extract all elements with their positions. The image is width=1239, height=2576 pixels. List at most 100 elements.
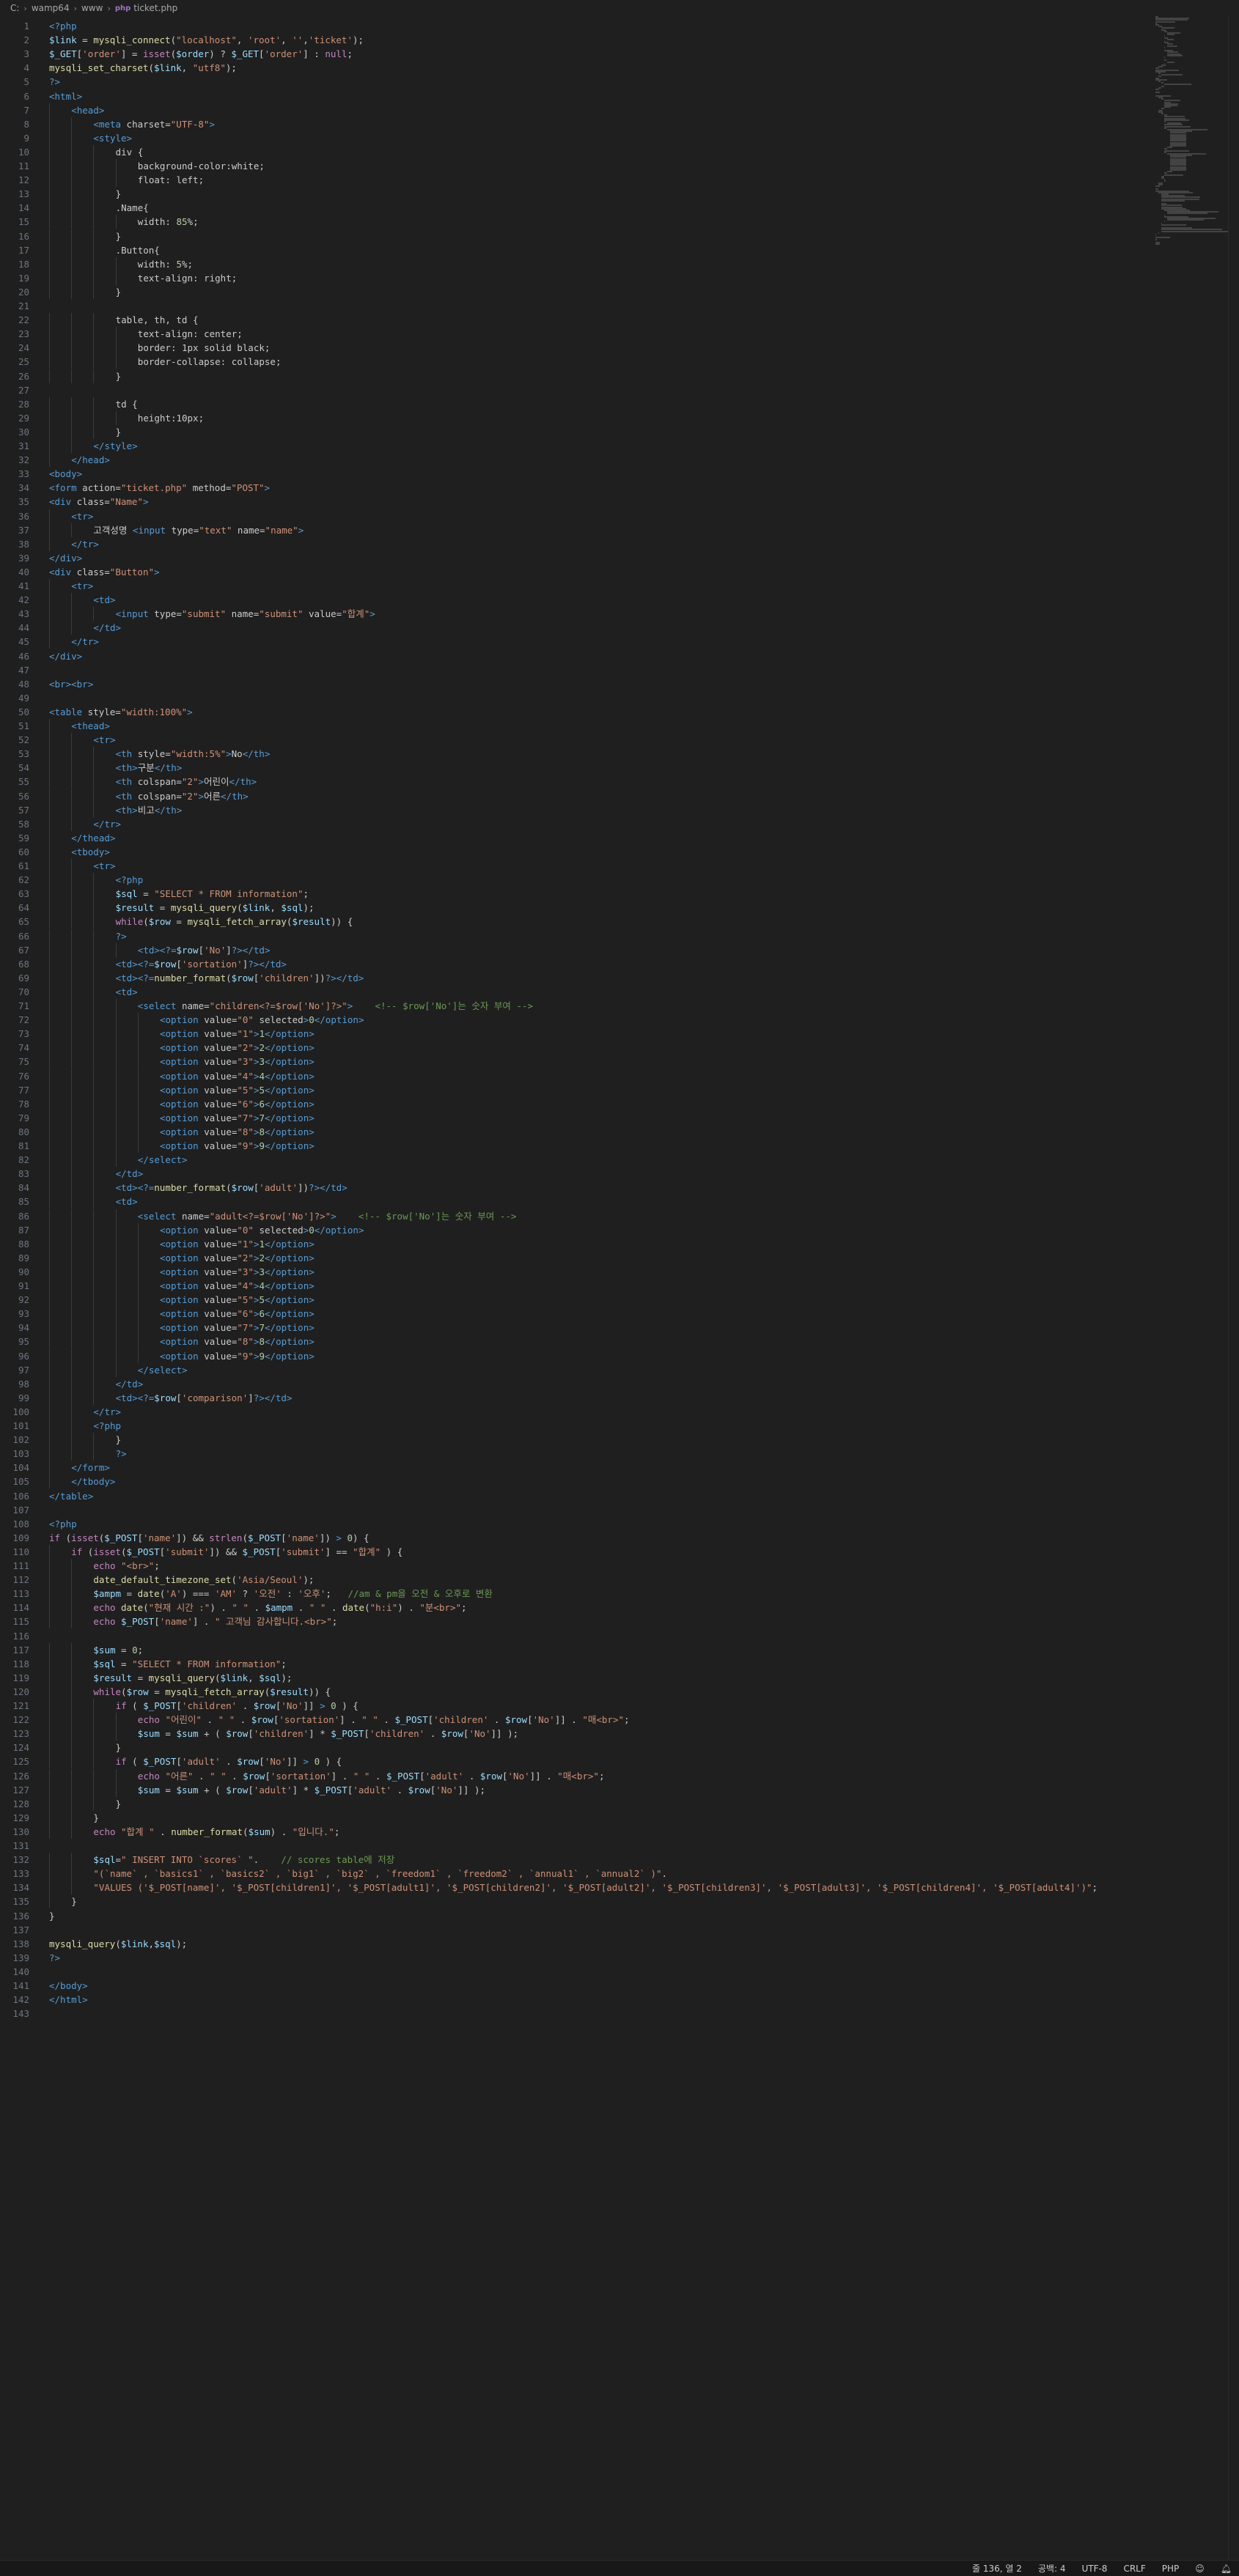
code-line[interactable]: 8 <meta charset="UTF-8"> xyxy=(0,117,215,131)
code-line[interactable]: 30} xyxy=(0,424,121,439)
code-line[interactable]: 136} xyxy=(0,1909,54,1923)
cursor-position[interactable]: 줄 136, 열 2 xyxy=(972,2562,1022,2575)
code-line[interactable]: 139 ?> xyxy=(0,1951,60,1965)
code-line[interactable]: 131 xyxy=(0,1839,49,1853)
code-line[interactable]: 77 <option value="5">5</option> xyxy=(0,1082,315,1097)
code-line[interactable]: 109 if (isset($_POST['name']) && strlen($… xyxy=(0,1531,369,1545)
code-line[interactable]: 142 </html> xyxy=(0,1993,87,2007)
encoding-setting[interactable]: UTF-8 xyxy=(1081,2564,1107,2574)
code-line[interactable]: 72 <option value="0" selected>0</option> xyxy=(0,1013,364,1027)
code-line[interactable]: 141 </body> xyxy=(0,1979,87,1993)
code-line[interactable]: 61 <tr> xyxy=(0,859,116,874)
code-editor[interactable]: 1 <?php 2 $link = mysqli_connect("localhost… xyxy=(0,16,1239,2560)
code-line[interactable]: 29 height:10px; xyxy=(0,410,204,425)
code-line[interactable]: 126 echo "어른" . " " . $row['sortation'] .… xyxy=(0,1768,604,1783)
code-line[interactable]: 15 width: 85%; xyxy=(0,215,199,229)
code-line[interactable]: 14 .Name{ xyxy=(0,201,149,215)
code-line[interactable]: 128} xyxy=(0,1796,121,1811)
code-line[interactable]: 16} xyxy=(0,229,121,243)
breadcrumb-item-folder[interactable]: wamp64 xyxy=(32,3,70,13)
code-line[interactable]: 130 echo "합계 " . number_format($sum) . "입… xyxy=(0,1824,339,1839)
code-line[interactable]: 63 $sql = "SELECT * FROM information"; xyxy=(0,887,309,901)
code-line[interactable]: 31 </style> xyxy=(0,439,138,454)
code-line[interactable]: 89 <option value="2">2</option> xyxy=(0,1250,315,1265)
code-line[interactable]: 85 <td> xyxy=(0,1195,138,1209)
code-line[interactable]: 124} xyxy=(0,1741,121,1755)
code-line[interactable]: 80 <option value="8">8</option> xyxy=(0,1124,315,1139)
code-line[interactable]: 78 <option value="6">6</option> xyxy=(0,1096,315,1111)
code-line[interactable]: 95 <option value="8">8</option> xyxy=(0,1335,315,1349)
eol-setting[interactable]: CRLF xyxy=(1123,2564,1145,2574)
code-line[interactable]: 19 text-align: right; xyxy=(0,270,237,285)
minimap[interactable] xyxy=(1155,16,1229,251)
code-line[interactable]: 96 <option value="9">9</option> xyxy=(0,1348,315,1363)
code-line[interactable]: 38 </tr> xyxy=(0,536,99,551)
bell-icon[interactable]: 🔔︎ xyxy=(1221,2564,1232,2574)
code-line[interactable]: 102} xyxy=(0,1433,121,1447)
code-line[interactable]: 132 $sql=" INSERT INTO `scores` ". // sco… xyxy=(0,1853,394,1867)
code-line[interactable]: 11 background-color:white; xyxy=(0,159,265,174)
code-line[interactable]: 60 <tbody> xyxy=(0,844,110,859)
code-line[interactable]: 4 mysqli_set_charset($link, "utf8"); xyxy=(0,61,236,75)
code-line[interactable]: 119 $result = mysqli_query($link, $sql); xyxy=(0,1670,292,1685)
code-line[interactable]: 91 <option value="4">4</option> xyxy=(0,1279,315,1293)
code-line[interactable]: 42 <td> xyxy=(0,593,116,608)
code-line[interactable]: 67 <td><?=$row['No']?></td> xyxy=(0,942,270,957)
code-line[interactable]: 39 </div> xyxy=(0,551,82,565)
code-line[interactable]: 79 <option value="7">7</option> xyxy=(0,1110,315,1125)
indentation-setting[interactable]: 공백: 4 xyxy=(1038,2562,1066,2575)
code-line[interactable]: 110 if (isset($_POST['submit']) && $_POST… xyxy=(0,1544,402,1559)
code-line[interactable]: 68 <td><?=$row['sortation']?></td> xyxy=(0,956,287,971)
breadcrumb-item-folder[interactable]: www xyxy=(81,3,103,13)
code-line[interactable]: 37 고객성명 <input type="text" name="name"> xyxy=(0,523,304,537)
code-line[interactable]: 23 text-align: center; xyxy=(0,327,243,342)
code-line[interactable]: 45 </tr> xyxy=(0,635,99,649)
code-line[interactable]: 93 <option value="6">6</option> xyxy=(0,1307,315,1321)
code-line[interactable]: 66 ?> xyxy=(0,929,127,943)
code-line[interactable]: 50 <table style="width:100%"> xyxy=(0,705,193,719)
code-line[interactable]: 133 "(`name` , `basics1` , `basics2` , `b… xyxy=(0,1867,667,1881)
code-line[interactable]: 47 xyxy=(0,663,49,677)
code-line[interactable]: 122 echo "어린이" . " " . $row['sortation'] … xyxy=(0,1713,630,1727)
code-line[interactable]: 107 xyxy=(0,1503,49,1517)
code-line[interactable]: 120 while($row = mysqli_fetch_array($resu… xyxy=(0,1684,331,1699)
code-line[interactable]: 98 </td> xyxy=(0,1376,143,1391)
code-line[interactable]: 25 border-collapse: collapse; xyxy=(0,355,281,369)
code-line[interactable]: 111 echo "<br>"; xyxy=(0,1559,160,1573)
code-line[interactable]: 48 <br><br> xyxy=(0,677,93,691)
code-line[interactable]: 90 <option value="3">3</option> xyxy=(0,1264,315,1279)
code-line[interactable]: 35 <div class="Name"> xyxy=(0,495,149,509)
code-line[interactable]: 62 <?php xyxy=(0,873,143,887)
code-line[interactable]: 3 $_GET['order'] = isset($order) ? $_GET[… xyxy=(0,47,353,61)
code-line[interactable]: 18 width: 5%; xyxy=(0,257,193,271)
code-line[interactable]: 127 $sum = $sum + ( $row['adult'] * $_POS… xyxy=(0,1782,485,1797)
code-line[interactable]: 103 ?> xyxy=(0,1447,127,1461)
code-line[interactable]: 74 <option value="2">2</option> xyxy=(0,1041,315,1055)
code-line[interactable]: 87 <option value="0" selected>0</option> xyxy=(0,1222,364,1237)
code-line[interactable]: 81 <option value="9">9</option> xyxy=(0,1139,315,1154)
code-line[interactable]: 53 <th style="width:5%">No</th> xyxy=(0,747,270,761)
code-line[interactable]: 117 $sum = 0; xyxy=(0,1642,143,1657)
code-line[interactable]: 69 <td><?=number_format($row['children'])… xyxy=(0,970,364,985)
code-line[interactable]: 41 <tr> xyxy=(0,579,93,594)
code-line[interactable]: 5 ?> xyxy=(0,75,60,89)
code-line[interactable]: 26} xyxy=(0,369,121,383)
code-line[interactable]: 116 xyxy=(0,1629,49,1643)
breadcrumb-file-name[interactable]: ticket.php xyxy=(133,3,177,13)
code-line[interactable]: 22 table, th, td { xyxy=(0,313,198,328)
code-line[interactable]: 114 echo date("현재 시간 :") . " " . $ampm . … xyxy=(0,1601,467,1615)
code-line[interactable]: 112 date_default_timezone_set('Asia/Seoul… xyxy=(0,1573,314,1587)
code-line[interactable]: 88 <option value="1">1</option> xyxy=(0,1236,315,1251)
code-line[interactable]: 2 $link = mysqli_connect("localhost", 'ro… xyxy=(0,33,364,47)
code-line[interactable]: 1 <?php xyxy=(0,19,76,33)
code-line[interactable]: 44 </td> xyxy=(0,621,121,635)
code-line[interactable]: 101 <?php xyxy=(0,1419,121,1433)
code-line[interactable]: 137 xyxy=(0,1923,49,1937)
code-line[interactable]: 6 <html> xyxy=(0,89,82,103)
code-line[interactable]: 7 <head> xyxy=(0,103,104,117)
code-line[interactable]: 52 <tr> xyxy=(0,733,116,748)
feedback-icon[interactable]: ☺ xyxy=(1195,2564,1205,2574)
code-line[interactable]: 33 <body> xyxy=(0,467,82,481)
code-line[interactable]: 83 </td> xyxy=(0,1167,143,1181)
breadcrumb-item-drive[interactable]: C: xyxy=(10,3,19,13)
